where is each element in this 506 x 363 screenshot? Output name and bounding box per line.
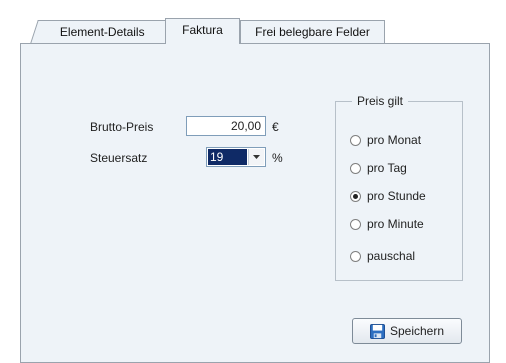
radio-label: pro Monat [367, 133, 422, 147]
radio-button-checked[interactable] [350, 190, 361, 202]
gross-price-label: Brutto-Preis [90, 120, 154, 134]
radio-pro-minute[interactable]: pro Minute [350, 216, 424, 232]
tax-rate-value: 19 [208, 149, 247, 165]
save-button[interactable]: Speichern [352, 318, 462, 344]
floppy-disk-icon [369, 323, 385, 339]
gross-price-input[interactable]: 20,00 [186, 116, 266, 136]
radio-label: pro Stunde [367, 189, 426, 203]
radio-label: pro Tag [367, 161, 407, 175]
tab-label: Element-Details [59, 25, 145, 39]
radio-pauschal[interactable]: pauschal [350, 248, 415, 264]
tax-rate-select[interactable]: 19 [206, 147, 266, 167]
radio-button[interactable] [350, 218, 361, 230]
tab-faktura[interactable]: Faktura [165, 18, 240, 44]
radio-button[interactable] [350, 134, 361, 146]
radio-label: pro Minute [367, 217, 424, 231]
tab-frei-belegbare-felder[interactable]: Frei belegbare Felder [240, 20, 385, 44]
dropdown-arrow-button[interactable] [248, 149, 264, 165]
price-validity-title: Preis gilt [352, 94, 409, 108]
tab-label: Faktura [182, 23, 223, 37]
tax-rate-label: Steuersatz [90, 151, 148, 165]
tab-label: Frei belegbare Felder [255, 25, 370, 39]
radio-pro-tag[interactable]: pro Tag [350, 160, 407, 176]
percent-symbol: % [272, 151, 283, 165]
chevron-down-icon [253, 155, 260, 159]
radio-button[interactable] [350, 162, 361, 174]
radio-label: pauschal [367, 249, 416, 263]
radio-button[interactable] [350, 250, 361, 262]
radio-pro-monat[interactable]: pro Monat [350, 132, 421, 148]
save-button-label: Speichern [389, 324, 445, 338]
radio-pro-stunde[interactable]: pro Stunde [350, 188, 426, 204]
tab-element-details[interactable]: Element-Details [30, 20, 174, 44]
currency-symbol: € [272, 120, 279, 134]
